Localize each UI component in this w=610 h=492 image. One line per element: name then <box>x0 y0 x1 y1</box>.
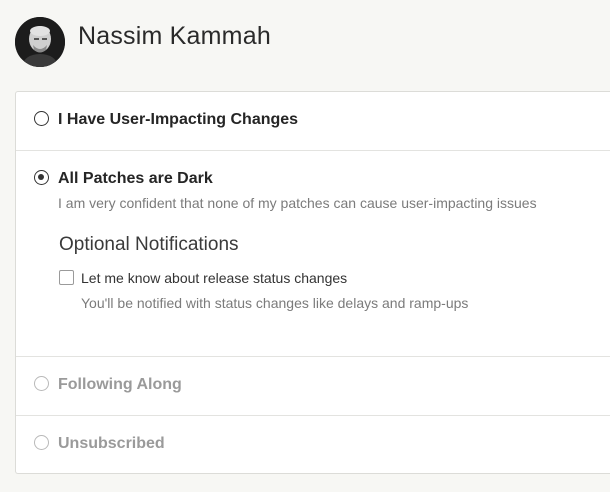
option-description: I am very confident that none of my patc… <box>58 195 537 211</box>
checkbox-description: You'll be notified with status changes l… <box>81 295 469 311</box>
radio-button[interactable] <box>34 376 49 391</box>
radio-button-selected[interactable] <box>34 170 49 185</box>
avatar-photo <box>15 17 65 67</box>
checkbox-label[interactable]: Let me know about release status changes <box>81 270 347 286</box>
profile-header: Nassim Kammah <box>0 0 610 84</box>
page-title: Nassim Kammah <box>78 22 271 50</box>
option-label: All Patches are Dark <box>58 170 213 187</box>
avatar <box>15 17 65 67</box>
option-all-patches-dark[interactable]: All Patches are Dark I am very confident… <box>16 151 610 357</box>
radio-button[interactable] <box>34 435 49 450</box>
release-status-checkbox[interactable] <box>59 270 74 285</box>
option-unsubscribed[interactable]: Unsubscribed <box>16 416 610 474</box>
optional-notifications-heading: Optional Notifications <box>59 234 239 255</box>
subscription-options-panel: I Have User-Impacting Changes All Patche… <box>15 91 610 474</box>
radio-button[interactable] <box>34 111 49 126</box>
option-label: I Have User-Impacting Changes <box>58 111 299 128</box>
option-label: Unsubscribed <box>58 435 165 452</box>
option-following-along[interactable]: Following Along <box>16 357 610 416</box>
option-user-impacting[interactable]: I Have User-Impacting Changes <box>16 92 610 151</box>
option-label: Following Along <box>58 376 182 393</box>
